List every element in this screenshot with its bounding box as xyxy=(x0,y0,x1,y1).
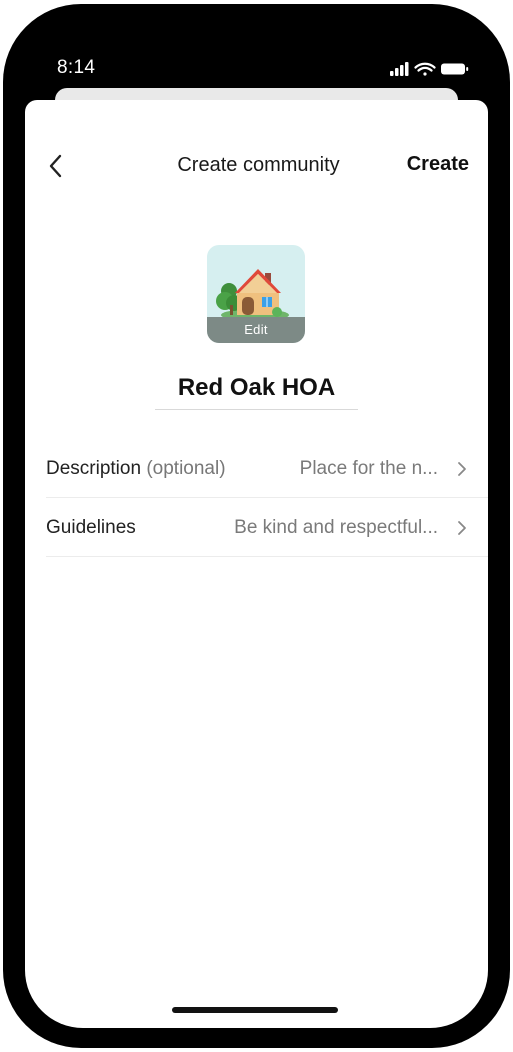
community-avatar-button[interactable]: Edit xyxy=(207,245,305,343)
create-button[interactable]: Create xyxy=(407,153,469,176)
chevron-right-icon xyxy=(458,462,466,476)
cellular-signal-icon xyxy=(390,62,409,76)
create-community-sheet: Create community Create Edit Red Oak HOA… xyxy=(25,100,488,1028)
guidelines-label: Guidelines xyxy=(46,517,136,538)
chevron-right-icon xyxy=(458,521,466,535)
community-name-input[interactable] xyxy=(155,372,358,410)
description-label-text: Description xyxy=(46,458,142,479)
guidelines-row[interactable]: Guidelines Be kind and respectful... xyxy=(46,498,488,557)
status-icons xyxy=(384,60,470,78)
description-label: Description (optional) xyxy=(46,458,226,480)
chevron-left-icon xyxy=(49,154,62,178)
status-time: 8:14 xyxy=(57,57,96,78)
description-value: Place for the n... xyxy=(299,458,438,479)
notch xyxy=(132,24,380,72)
back-button[interactable] xyxy=(41,150,73,182)
wifi-icon xyxy=(414,62,436,76)
guidelines-value: Be kind and respectful... xyxy=(234,517,438,538)
optional-label: (optional) xyxy=(146,458,226,479)
phone-frame: 8:14 Create community Create Edit Red Oa… xyxy=(3,4,510,1048)
home-indicator[interactable] xyxy=(172,1007,338,1013)
battery-icon xyxy=(441,63,469,75)
avatar-edit-label: Edit xyxy=(207,317,305,343)
phone-screen: 8:14 Create community Create Edit Red Oa… xyxy=(25,24,488,1028)
description-row[interactable]: Description (optional) Place for the n..… xyxy=(46,439,488,498)
status-icons-svg xyxy=(390,62,469,76)
